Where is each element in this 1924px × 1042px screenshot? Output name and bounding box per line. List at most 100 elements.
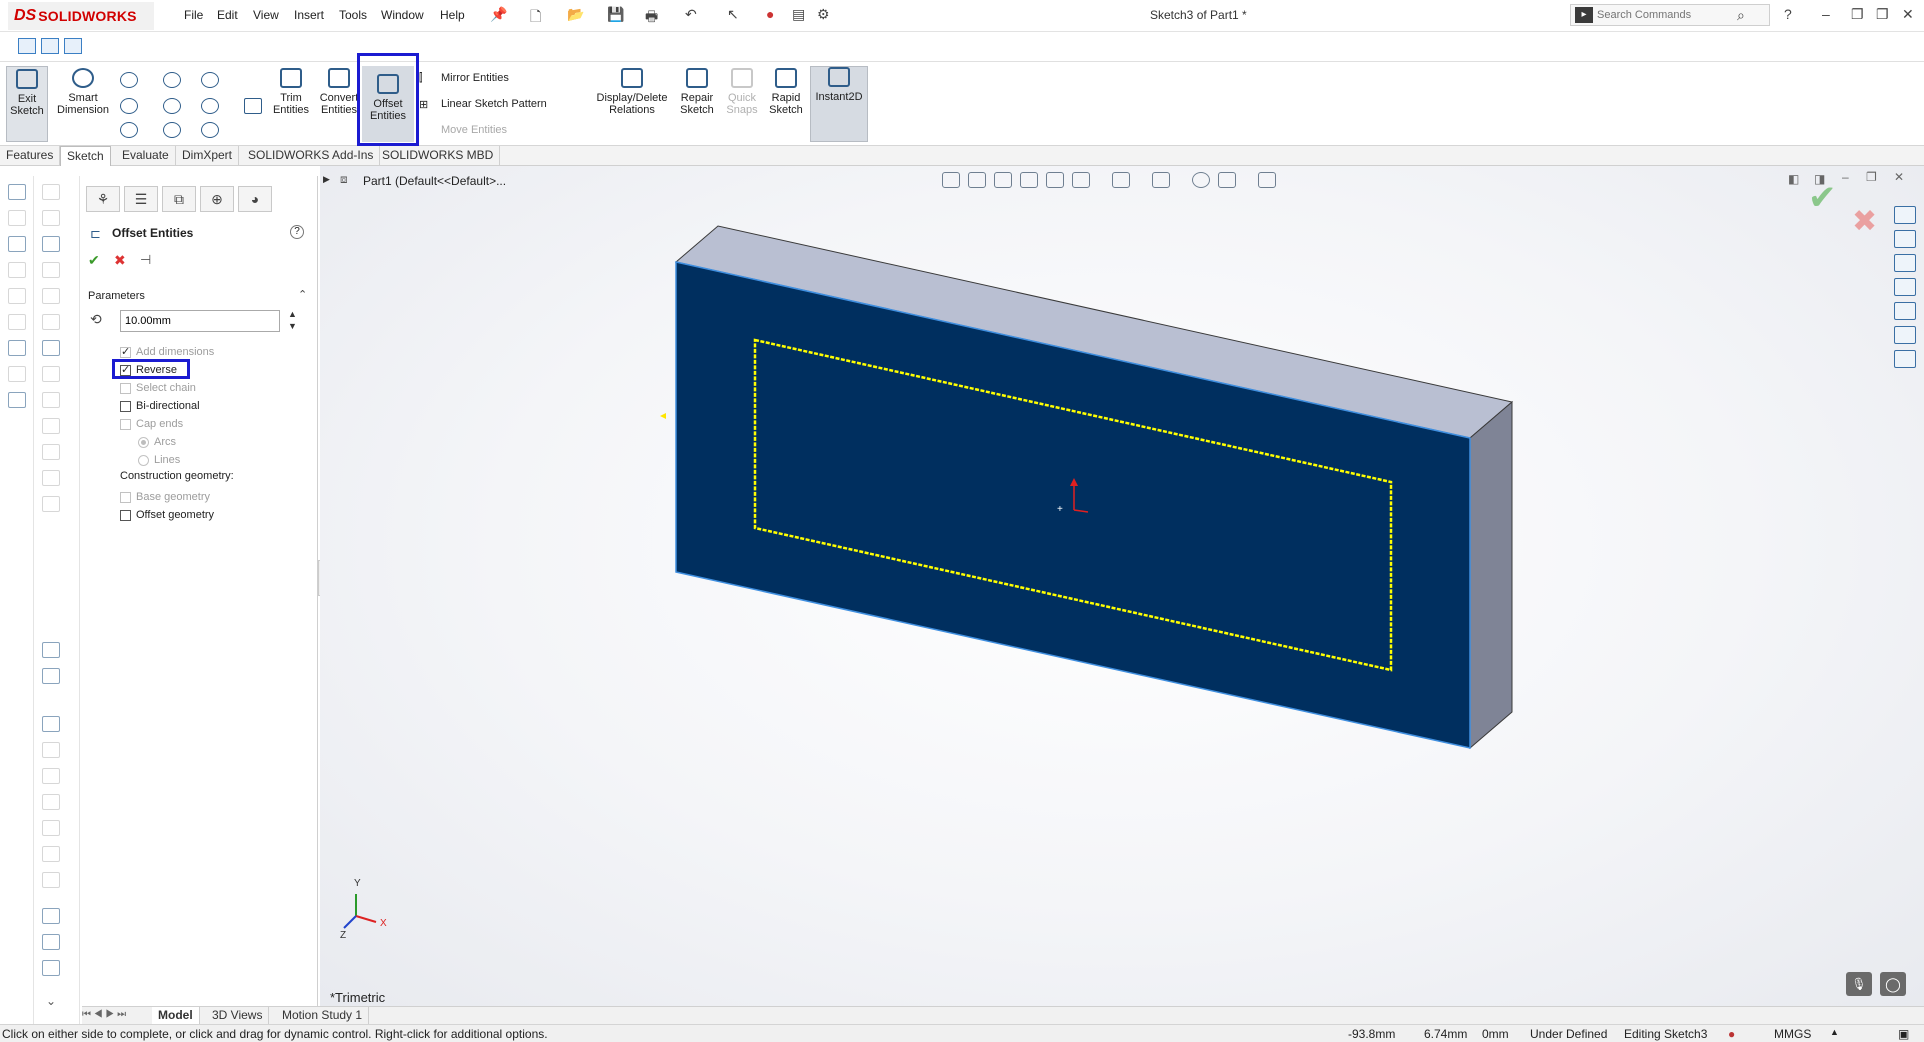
graphics-area[interactable]: ▶ ⧈ Part1 (Default<<Default>... ◧ ◨ – ❐ … [320,166,1924,1006]
microphone-icon[interactable]: 🎙 [1846,972,1872,996]
view-icon-3[interactable] [64,38,82,54]
tab-motion-study-1[interactable]: Motion Study 1 [276,1007,370,1024]
strip-icon-7[interactable] [8,340,26,356]
tab-dimxpert[interactable]: DimXpert [176,146,240,166]
strip2-icon-4[interactable] [42,262,60,278]
offset-geometry-checkbox[interactable]: Offset geometry [120,507,214,523]
property-manager-tab-icon[interactable]: ☰ [124,186,158,212]
ellipse-icon[interactable] [201,98,219,114]
strip2-icon-1[interactable] [42,184,60,200]
strip2-icon-24[interactable] [42,934,60,950]
custom-properties-icon[interactable] [1894,326,1916,344]
menu-file[interactable]: File [184,8,203,22]
feature-manager-tab-icon[interactable]: ⚘ [86,186,120,212]
open-icon[interactable]: 📂 [567,6,584,23]
polygon-icon[interactable] [163,122,181,138]
menu-edit[interactable]: Edit [217,8,238,22]
move-entities-button[interactable]: Move Entities [441,124,507,136]
view-icon-2[interactable] [41,38,59,54]
select-chain-checkbox[interactable]: Select chain [120,380,196,396]
touch-ring-icon[interactable]: ◯ [1880,972,1906,996]
linear-sketch-pattern-button[interactable]: Linear Sketch Pattern [441,98,547,110]
repair-sketch-button[interactable]: Repair Sketch [676,66,718,142]
strip2-icon-22[interactable] [42,872,60,888]
slot-icon[interactable] [120,122,138,138]
display-manager-tab-icon[interactable]: ◕ [238,186,272,212]
parameters-section-header[interactable]: Parameters [88,290,145,302]
quick-snaps-button[interactable]: Quick Snaps [722,66,762,142]
maximize-button[interactable]: ❐ [1876,6,1889,23]
forum-icon[interactable] [1894,350,1916,368]
tab-solidworks-mbd[interactable]: SOLIDWORKS MBD [376,146,501,166]
strip2-icon-10[interactable] [42,418,60,434]
strip-icon-8[interactable] [8,366,26,382]
collapse-chevron-icon[interactable]: ⌃ [298,288,307,301]
strip2-icon-5[interactable] [42,288,60,304]
strip-icon-2[interactable] [8,210,26,226]
fillet-icon[interactable] [201,122,219,138]
strip2-icon-8[interactable] [42,366,60,382]
solidworks-logo[interactable]: DS SOLIDWORKS [8,2,154,30]
restore-button[interactable]: ❐ [1851,6,1864,23]
exit-sketch-button[interactable]: Exit Sketch [6,66,48,142]
strip2-icon-25[interactable] [42,960,60,976]
display-delete-relations-button[interactable]: Display/Delete Relations [590,66,674,142]
tab-scroll-icon[interactable]: ⏮ ◀ ▶ ⏭ [82,1009,126,1020]
rectangle-icon[interactable] [120,98,138,114]
view-icon-1[interactable] [18,38,36,54]
options-gear-icon[interactable]: ⚙ [817,6,830,23]
strip2-icon-16[interactable] [42,716,60,732]
add-dimensions-checkbox[interactable]: Add dimensions [120,344,214,360]
strip2-icon-17[interactable] [42,742,60,758]
mirror-entities-button[interactable]: Mirror Entities [441,72,509,84]
rapid-sketch-button[interactable]: Rapid Sketch [765,66,807,142]
offset-distance-input[interactable] [120,310,280,332]
help-icon[interactable]: ? [290,225,304,239]
ok-check-icon[interactable]: ✔ [88,252,100,269]
strip2-icon-19[interactable] [42,794,60,810]
handle-arrow-icon[interactable] [660,413,666,419]
instant2d-button[interactable]: Instant2D [810,66,868,142]
print-icon[interactable]: 🖶 [645,6,658,30]
appearances-icon[interactable] [1894,302,1916,320]
home-task-pane-icon[interactable] [1894,206,1916,224]
resources-task-pane-icon[interactable] [1894,230,1916,248]
tab-model[interactable]: Model [152,1007,200,1024]
strip-icon-3[interactable] [8,236,26,252]
rebuild-icon[interactable]: ● [766,6,774,22]
save-icon[interactable]: 💾 [607,6,624,23]
spline-icon[interactable] [201,72,219,88]
base-geometry-checkbox[interactable]: Base geometry [120,489,210,505]
strip2-icon-20[interactable] [42,820,60,836]
strip2-icon-7[interactable] [42,340,60,356]
strip2-icon-18[interactable] [42,768,60,784]
distance-spinner-icon[interactable]: ▲ ▼ [288,308,297,332]
dimxpert-manager-tab-icon[interactable]: ⊕ [200,186,234,212]
strip-icon-4[interactable] [8,262,26,278]
configuration-manager-tab-icon[interactable]: ⧉ [162,186,196,212]
circle-icon[interactable] [163,72,181,88]
file-explorer-icon[interactable] [1894,278,1916,296]
help-button[interactable]: ? [1784,6,1792,22]
file-properties-icon[interactable]: ▤ [792,6,805,23]
search-commands[interactable]: ▸ ⌕ [1570,4,1770,26]
strip2-icon-9[interactable] [42,392,60,408]
status-options-icon[interactable]: ▣ [1898,1027,1909,1041]
tab-evaluate[interactable]: Evaluate [116,146,176,166]
strip2-icon-12[interactable] [42,470,60,486]
menu-tools[interactable]: Tools [339,8,367,22]
close-button[interactable]: ✕ [1902,6,1914,23]
strip2-icon-21[interactable] [42,846,60,862]
menu-help[interactable]: Help [440,8,465,22]
strip-icon-9[interactable] [8,392,26,408]
bi-directional-checkbox[interactable]: Bi-directional [120,398,200,414]
arc-icon[interactable] [163,98,181,114]
tab-solidworks-addins[interactable]: SOLIDWORKS Add-Ins [242,146,381,166]
strip2-icon-23[interactable] [42,908,60,924]
strip-icon-1[interactable] [8,184,26,200]
smart-dimension-button[interactable]: Smart Dimension [54,66,112,142]
tab-3d-views[interactable]: 3D Views [206,1007,270,1024]
strip2-icon-6[interactable] [42,314,60,330]
convert-entities-button[interactable]: Convert Entities [316,66,362,142]
minimize-button[interactable]: – [1822,6,1830,22]
